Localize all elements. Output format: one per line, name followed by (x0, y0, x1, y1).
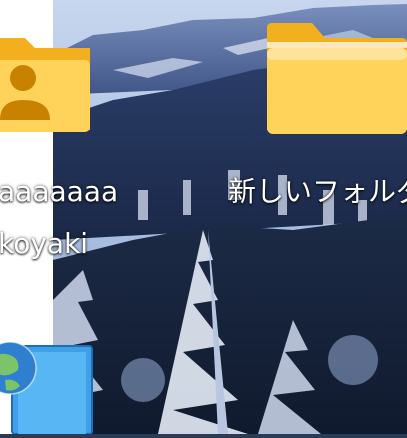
user-folder-label-line2: koyaki (0, 227, 89, 260)
desktop-icon-new-folder[interactable]: 新しいフォルダ (225, 20, 407, 220)
folder-icon (267, 23, 407, 134)
desktop-icon-network-shortcut[interactable] (0, 330, 95, 435)
globe-icon (0, 341, 93, 435)
new-folder-label: 新しいフォルダ (228, 175, 407, 208)
user-folder-icon (0, 38, 90, 132)
desktop-icon-user-folder[interactable]: aaaaaaa koyaki (0, 20, 120, 260)
user-folder-label-line1: aaaaaaa (0, 175, 119, 208)
